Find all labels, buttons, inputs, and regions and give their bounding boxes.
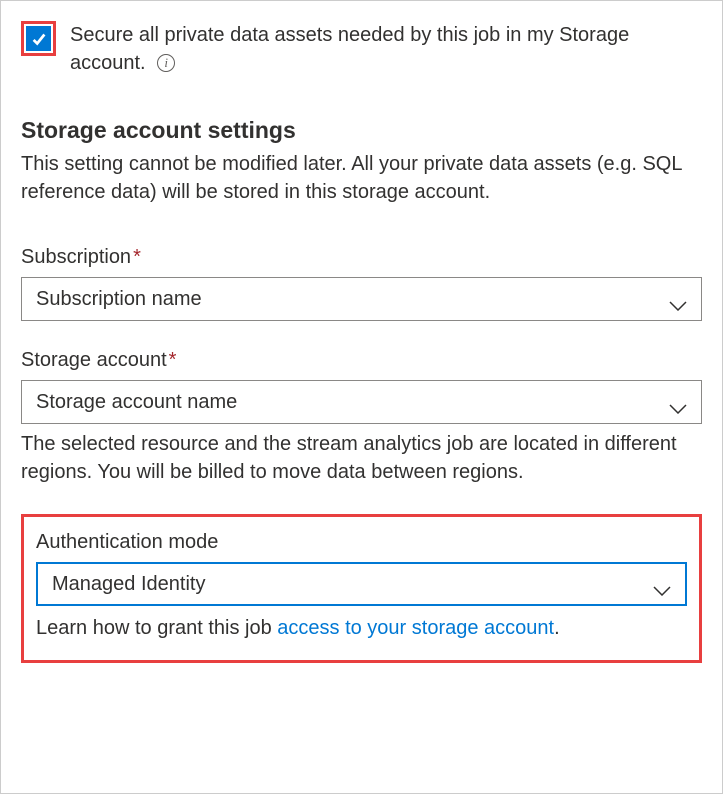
required-asterisk: *	[133, 246, 141, 268]
secure-assets-checkbox-highlight	[21, 21, 56, 56]
auth-mode-highlight: Authentication mode Managed Identity Lea…	[21, 514, 702, 663]
secure-assets-checkbox[interactable]	[26, 26, 51, 51]
secure-assets-label: Secure all private data assets needed by…	[70, 24, 629, 74]
required-asterisk: *	[169, 349, 177, 371]
checkmark-icon	[30, 30, 48, 48]
storage-settings-description: This setting cannot be modified later. A…	[21, 150, 702, 206]
auth-learn-prefix: Learn how to grant this job	[36, 617, 277, 639]
subscription-value: Subscription name	[36, 288, 202, 311]
auth-mode-label: Authentication mode	[36, 531, 687, 554]
chevron-down-icon	[669, 294, 687, 304]
auth-mode-select[interactable]: Managed Identity	[36, 562, 687, 606]
subscription-label-text: Subscription	[21, 246, 131, 268]
storage-account-select[interactable]: Storage account name	[21, 380, 702, 424]
access-storage-link[interactable]: access to your storage account	[277, 617, 554, 639]
storage-settings-heading: Storage account settings	[21, 117, 702, 144]
auth-learn-suffix: .	[554, 617, 560, 639]
storage-account-hint: The selected resource and the stream ana…	[21, 430, 702, 486]
storage-account-value: Storage account name	[36, 391, 237, 414]
storage-account-label: Storage account*	[21, 349, 702, 372]
info-icon[interactable]: i	[157, 54, 175, 72]
subscription-select[interactable]: Subscription name	[21, 277, 702, 321]
auth-learn-text: Learn how to grant this job access to yo…	[36, 614, 687, 642]
auth-mode-value: Managed Identity	[52, 573, 205, 596]
storage-account-label-text: Storage account	[21, 349, 167, 371]
subscription-label: Subscription*	[21, 246, 702, 269]
chevron-down-icon	[669, 397, 687, 407]
chevron-down-icon	[653, 579, 671, 589]
